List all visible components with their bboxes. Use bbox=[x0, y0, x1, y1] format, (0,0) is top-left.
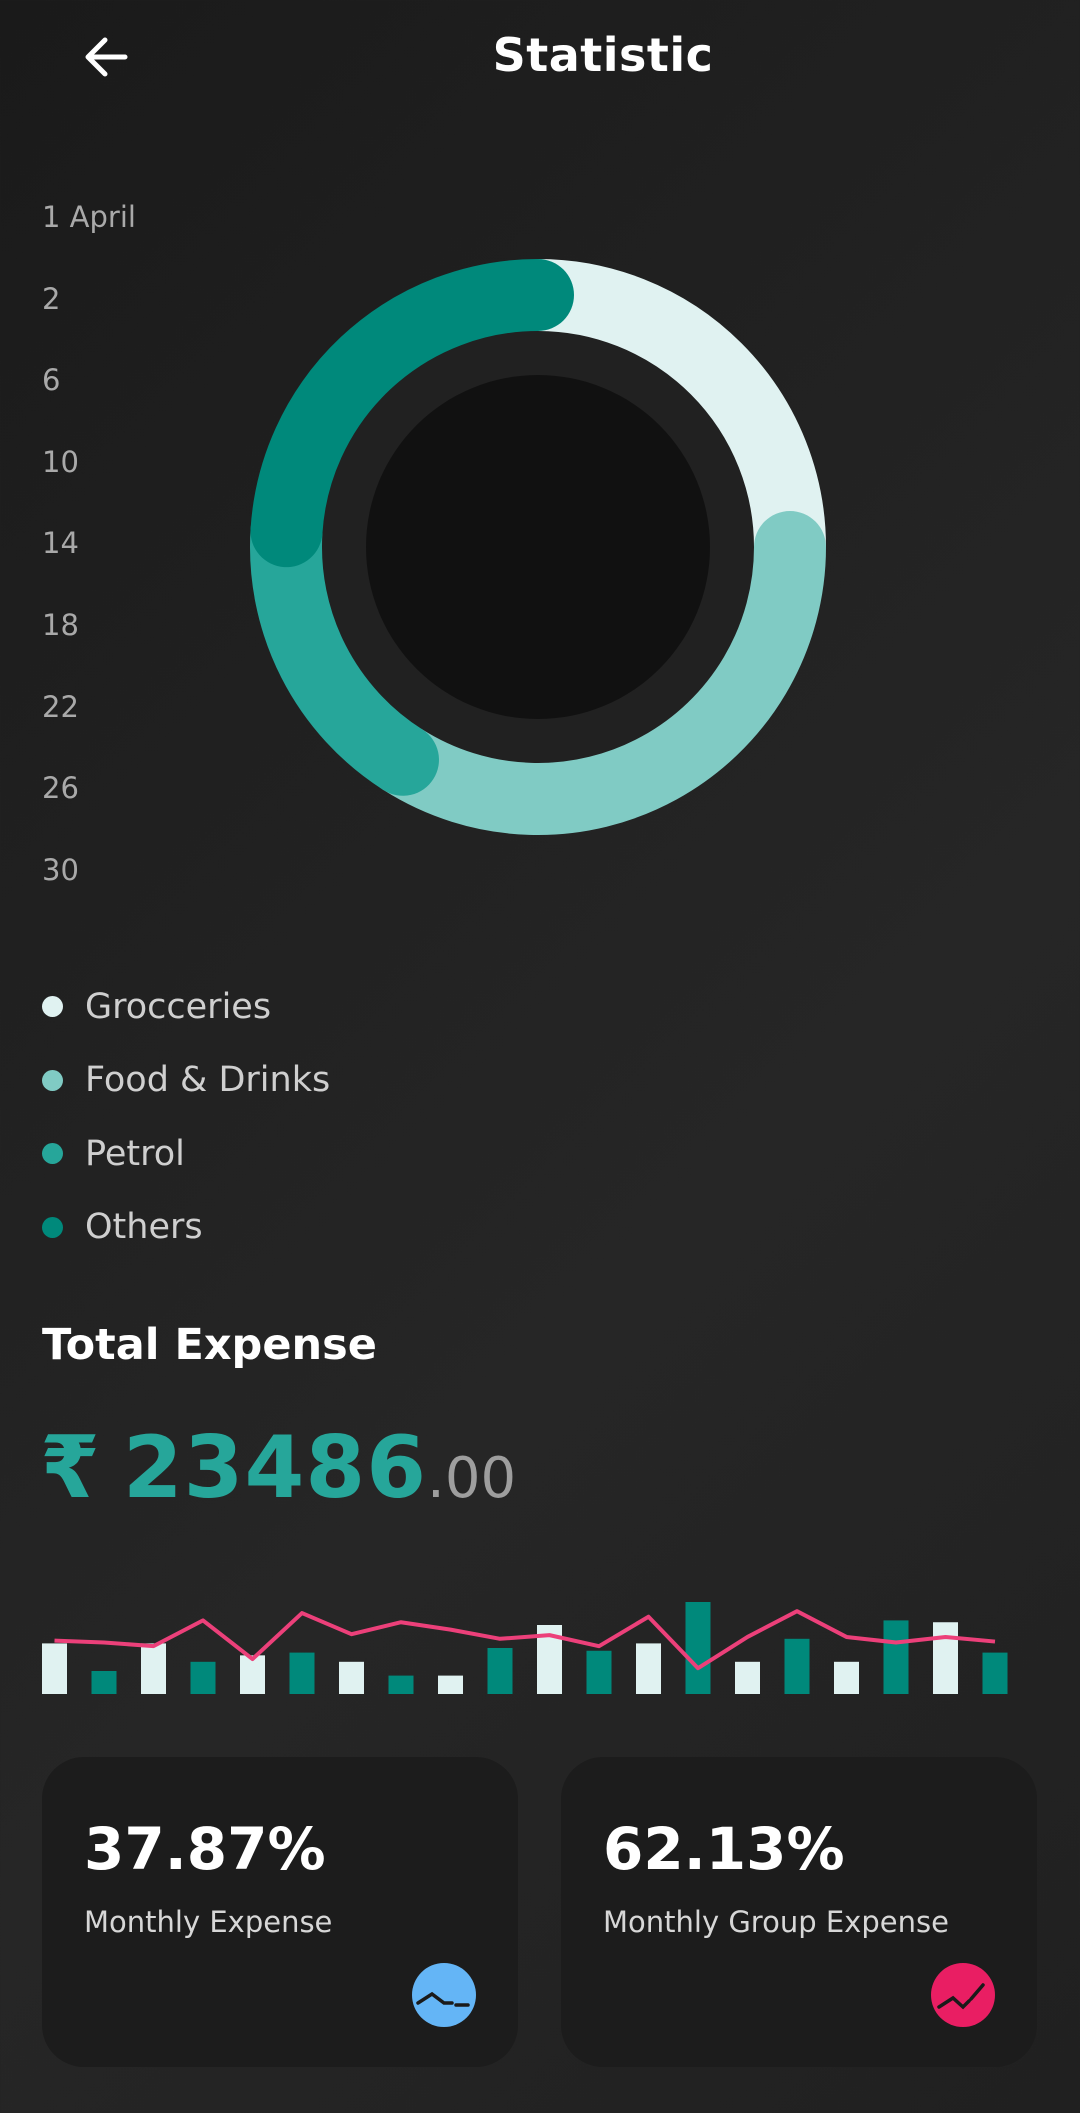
legend-label: Food & Drinks bbox=[85, 1060, 331, 1101]
total-expense-amount: ₹ 23486 .00 bbox=[40, 1418, 516, 1518]
trend-bar bbox=[586, 1650, 612, 1694]
trend-down-icon bbox=[412, 1963, 476, 2027]
expense-donut-chart bbox=[250, 259, 826, 835]
donut-center bbox=[366, 375, 710, 719]
card-label: Monthly Expense bbox=[84, 1905, 333, 1939]
trend-bar bbox=[685, 1602, 711, 1694]
trend-bar bbox=[784, 1638, 810, 1694]
amount-decimals: .00 bbox=[427, 1446, 517, 1511]
trend-bar bbox=[240, 1655, 265, 1694]
trend-bar bbox=[438, 1675, 463, 1694]
legend-item-groceries: Grocceries bbox=[42, 970, 330, 1044]
trend-bar bbox=[42, 1643, 67, 1694]
legend-label: Others bbox=[85, 1207, 203, 1248]
card-value: 37.87% bbox=[84, 1815, 326, 1883]
trend-up-icon bbox=[931, 1963, 995, 2027]
trend-bar bbox=[141, 1643, 166, 1694]
card-label: Monthly Group Expense bbox=[603, 1905, 949, 1939]
page-title: Statistic bbox=[492, 28, 714, 82]
legend-dot bbox=[42, 1216, 63, 1238]
date-label: 6 bbox=[42, 363, 61, 397]
date-label: 18 bbox=[42, 608, 79, 642]
legend-item-petrol: Petrol bbox=[42, 1117, 330, 1191]
amount-whole: 23486 bbox=[122, 1418, 428, 1518]
trend-bar bbox=[91, 1671, 117, 1694]
chart-legend: Grocceries Food & Drinks Petrol Others bbox=[42, 970, 330, 1264]
currency-symbol: ₹ bbox=[40, 1418, 101, 1518]
trend-bar bbox=[933, 1622, 958, 1694]
legend-dot bbox=[42, 1069, 63, 1091]
monthly-group-expense-card[interactable]: 62.13% Monthly Group Expense bbox=[561, 1757, 1037, 2067]
total-expense-title: Total Expense bbox=[42, 1320, 377, 1370]
trend-bar bbox=[289, 1652, 315, 1694]
trend-bar bbox=[982, 1652, 1008, 1694]
app-header: Statistic bbox=[0, 0, 1080, 110]
date-label: 2 bbox=[42, 282, 61, 316]
monthly-expense-card[interactable]: 37.87% Monthly Expense bbox=[42, 1757, 518, 2067]
trend-bar bbox=[339, 1661, 364, 1694]
trend-bar bbox=[883, 1620, 909, 1694]
legend-dot bbox=[42, 1143, 63, 1165]
trend-bar bbox=[388, 1675, 414, 1694]
date-label: 10 bbox=[42, 445, 79, 479]
trend-bar bbox=[834, 1661, 859, 1694]
date-label: 26 bbox=[42, 771, 79, 805]
expense-trend-chart bbox=[42, 1602, 1008, 1694]
date-label: 14 bbox=[42, 526, 79, 560]
trend-bar bbox=[190, 1661, 216, 1694]
date-label: 30 bbox=[42, 853, 79, 887]
trend-bar bbox=[735, 1661, 760, 1694]
legend-label: Grocceries bbox=[85, 986, 272, 1027]
date-label: 1 April bbox=[42, 200, 136, 234]
legend-label: Petrol bbox=[85, 1133, 185, 1174]
date-label: 22 bbox=[42, 690, 79, 724]
card-value: 62.13% bbox=[603, 1815, 845, 1883]
trend-bar bbox=[487, 1648, 513, 1694]
legend-item-food-drinks: Food & Drinks bbox=[42, 1044, 330, 1118]
legend-dot bbox=[42, 996, 63, 1018]
trend-bar bbox=[636, 1643, 661, 1694]
legend-item-others: Others bbox=[42, 1191, 330, 1265]
trend-line bbox=[54, 1609, 996, 1671]
